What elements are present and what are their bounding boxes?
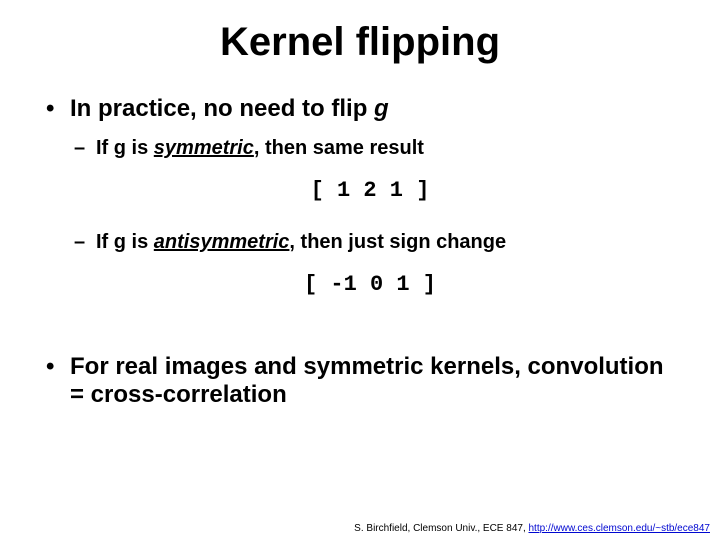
- sub2-prefix: If g is: [96, 231, 154, 253]
- slide: Kernel flipping In practice, no need to …: [0, 0, 720, 540]
- bullet-level2: If g is antisymmetric, then just sign ch…: [96, 231, 670, 254]
- bullet1-var: g: [374, 95, 389, 122]
- footer-link[interactable]: http://www.ces.clemson.edu/~stb/ece847: [529, 523, 711, 534]
- sub1-suffix: , then same result: [254, 137, 424, 159]
- code-example-symmetric: [ 1 2 1 ]: [70, 178, 670, 203]
- bullet-level1: For real images and symmetric kernels, c…: [70, 353, 670, 409]
- footer: S. Birchfield, Clemson Univ., ECE 847, h…: [354, 523, 710, 534]
- sub1-keyword: symmetric: [154, 137, 254, 159]
- bullet-level2: If g is symmetric, then same result: [96, 137, 670, 160]
- slide-content: In practice, no need to flip g If g is s…: [0, 95, 720, 409]
- slide-title: Kernel flipping: [0, 20, 720, 65]
- footer-text: S. Birchfield, Clemson Univ., ECE 847,: [354, 523, 528, 534]
- code-example-antisymmetric: [ -1 0 1 ]: [70, 272, 670, 297]
- sub2-keyword: antisymmetric: [154, 231, 290, 253]
- bullet-level1: In practice, no need to flip g: [70, 95, 670, 123]
- bullet1-prefix: In practice, no need to flip: [70, 95, 374, 122]
- sub2-suffix: , then just sign change: [289, 231, 506, 253]
- spacer: [70, 325, 670, 353]
- sub1-prefix: If g is: [96, 137, 154, 159]
